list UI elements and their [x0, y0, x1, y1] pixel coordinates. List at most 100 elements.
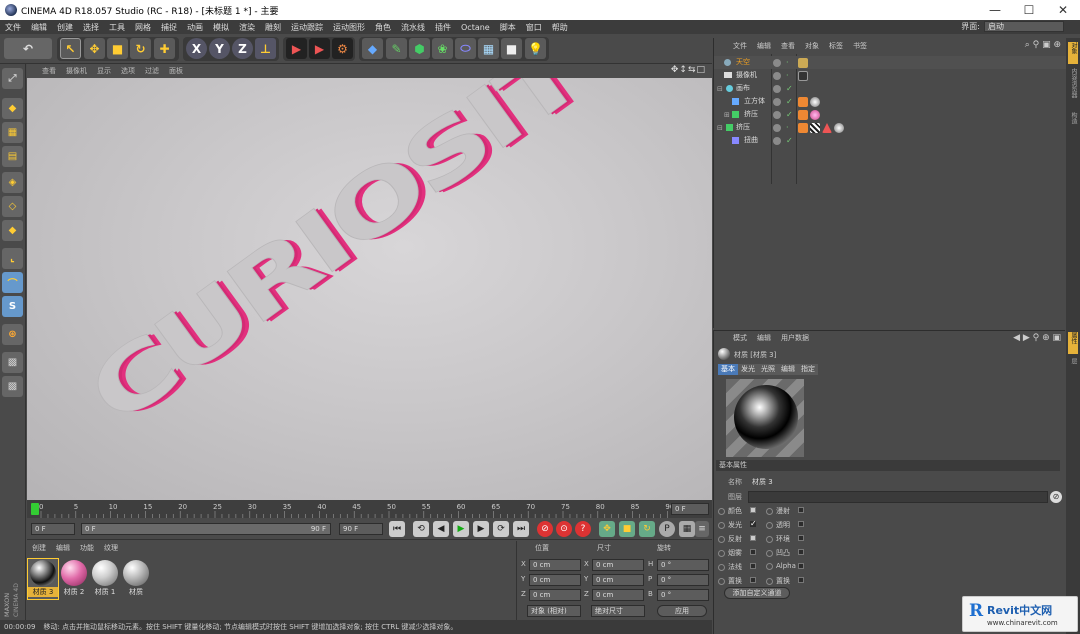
close-button[interactable]: ✕ [1046, 3, 1080, 17]
locked-workplane-icon[interactable]: ▩ [2, 376, 23, 397]
z-axis-lock-icon[interactable]: Z [232, 38, 253, 59]
add-custom-channel-button[interactable]: 添加自定义通道 [724, 587, 790, 599]
obj-menu-edit[interactable]: 编辑 [752, 41, 776, 51]
menu-pipeline[interactable]: 流水线 [396, 22, 430, 33]
material-tag-icon[interactable] [798, 58, 808, 68]
tab-assign[interactable]: 指定 [798, 364, 818, 375]
object-row[interactable]: ⊞ 挤压 ✓ [714, 108, 1066, 121]
obj-menu-objects[interactable]: 对象 [800, 41, 824, 51]
pos-z-field[interactable]: 0 cm [529, 589, 581, 601]
object-row[interactable]: ⊟ 挤压 · [714, 121, 1066, 134]
model-mode-icon[interactable]: ◆ [2, 98, 23, 119]
channel-reflectance[interactable]: 反射 [718, 534, 756, 544]
object-row[interactable]: 摄像机 · [714, 69, 1066, 82]
menu-octane[interactable]: Octane [456, 23, 495, 32]
dock-tab-attributes[interactable]: 属性 [1068, 332, 1078, 354]
render-settings-icon[interactable]: ⚙ [332, 38, 353, 59]
edges-mode-icon[interactable]: ◇ [2, 196, 23, 217]
x-axis-lock-icon[interactable]: X [186, 38, 207, 59]
dock-tab-objects[interactable]: 对象 [1068, 42, 1078, 64]
render-to-picture-viewer-icon[interactable]: ▶ [309, 38, 330, 59]
tab-editor[interactable]: 编辑 [778, 364, 798, 375]
menu-select[interactable]: 选择 [78, 22, 104, 33]
channel-transparency[interactable]: 透明 [766, 520, 804, 530]
live-select-icon[interactable]: ↖ [60, 38, 81, 59]
phong-tag-icon[interactable] [798, 123, 808, 133]
attr-menu-mode[interactable]: 模式 [728, 333, 752, 343]
dock-tab-layers[interactable]: 层 [1068, 358, 1078, 380]
channel-color[interactable]: 颜色 [718, 506, 756, 516]
channel-glow[interactable]: 置换 [718, 576, 756, 586]
coord-mode-dropdown[interactable]: 对象 (相对) [527, 605, 581, 617]
cube-icon[interactable]: ◆ [362, 38, 383, 59]
axis-mode-icon[interactable]: ⌞ [2, 248, 23, 269]
pos-y-field[interactable]: 0 cm [529, 574, 581, 586]
channel-environment[interactable]: 环境 [766, 534, 804, 544]
attr-nav-icons[interactable]: ◀ ▶ ⚲ ⊕ ▣ [1013, 333, 1061, 343]
scale-icon[interactable]: ■ [107, 38, 128, 59]
material-tag-icon[interactable] [834, 123, 844, 133]
layer-field[interactable] [748, 491, 1048, 503]
render-view-icon[interactable]: ▶ [286, 38, 307, 59]
material-swatch[interactable]: 材质 2 [59, 559, 89, 599]
key-pla-icon[interactable]: ▦ [679, 521, 695, 537]
workplane-lock-icon[interactable]: ⊛ [2, 324, 23, 345]
menu-animate[interactable]: 动画 [182, 22, 208, 33]
size-x-field[interactable]: 0 cm [592, 559, 644, 571]
attr-menu-userdata[interactable]: 用户数据 [776, 333, 814, 343]
vp-menu-view[interactable]: 查看 [37, 66, 61, 76]
material-swatch[interactable]: 材质 3 [27, 558, 59, 600]
channel-bump[interactable]: 凹凸 [766, 548, 804, 558]
next-key-icon[interactable]: ⟳ [493, 521, 509, 537]
selection-tag-icon[interactable] [822, 123, 832, 133]
camera-icon[interactable]: ■ [501, 38, 522, 59]
workplane-mode-icon[interactable]: ▤ [2, 146, 23, 167]
key-rotation-icon[interactable]: ↻ [639, 521, 655, 537]
goto-start-icon[interactable]: ⏮ [389, 521, 405, 537]
key-position-icon[interactable]: ✥ [599, 521, 615, 537]
snap-icon[interactable]: S [2, 296, 23, 317]
goto-end-icon[interactable]: ⏭ [513, 521, 529, 537]
size-z-field[interactable]: 0 cm [592, 589, 644, 601]
current-frame-field[interactable]: 0 F [671, 503, 709, 515]
autokey-icon[interactable]: ⊙ [556, 521, 572, 537]
name-field[interactable]: 材质 3 [748, 476, 1048, 488]
menu-simulate[interactable]: 模拟 [208, 22, 234, 33]
menu-file[interactable]: 文件 [0, 22, 26, 33]
obj-search-icon[interactable]: ⌕ ⚲ ▣ ⊕ [1025, 40, 1061, 50]
vp-menu-camera[interactable]: 摄像机 [61, 66, 92, 76]
channel-fog[interactable]: 烟雾 [718, 548, 756, 558]
channel-alpha[interactable]: Alpha [766, 562, 804, 570]
start-frame-field[interactable]: 0 F [31, 523, 75, 535]
material-tag-icon[interactable] [810, 97, 820, 107]
object-row[interactable]: 立方体 ✓ [714, 95, 1066, 108]
channel-normal[interactable]: 法线 [718, 562, 756, 572]
mat-menu-create[interactable]: 创建 [27, 543, 51, 553]
protection-tag-icon[interactable] [798, 71, 808, 81]
grid-icon[interactable]: ▩ [2, 352, 23, 373]
move-icon[interactable]: ✥ [84, 38, 105, 59]
texture-tag-icon[interactable] [810, 123, 820, 133]
vp-menu-filter[interactable]: 过滤 [140, 66, 164, 76]
maximize-button[interactable]: ☐ [1012, 3, 1046, 17]
menu-script[interactable]: 脚本 [495, 22, 521, 33]
object-row[interactable]: ⊟ 画布 ✓ [714, 82, 1066, 95]
material-swatch[interactable]: 材质 [121, 559, 151, 599]
menu-edit[interactable]: 编辑 [26, 22, 52, 33]
vp-menu-panel[interactable]: 面板 [164, 66, 188, 76]
obj-menu-file[interactable]: 文件 [728, 41, 752, 51]
menu-snap[interactable]: 捕捉 [156, 22, 182, 33]
timeline-ruler[interactable]: 0 5 10 15 20 25 30 35 40 45 50 55 60 65 70 75 80 85 90 0 F [27, 500, 712, 518]
coordinate-system-icon[interactable]: ⊥ [255, 38, 276, 59]
layer-picker-icon[interactable]: ⊘ [1050, 491, 1062, 503]
channel-displacement[interactable]: 置换 [766, 576, 804, 586]
vp-menu-display[interactable]: 显示 [92, 66, 116, 76]
dock-tab-structure[interactable]: 构造 [1068, 112, 1078, 134]
y-axis-lock-icon[interactable]: Y [209, 38, 230, 59]
floor-icon[interactable]: ▦ [478, 38, 499, 59]
phong-tag-icon[interactable] [798, 97, 808, 107]
menu-render[interactable]: 渲染 [234, 22, 260, 33]
subdivision-icon[interactable]: ⬢ [409, 38, 430, 59]
rotate-icon[interactable]: ↻ [130, 38, 151, 59]
menu-motion-tracking[interactable]: 运动跟踪 [286, 22, 328, 33]
